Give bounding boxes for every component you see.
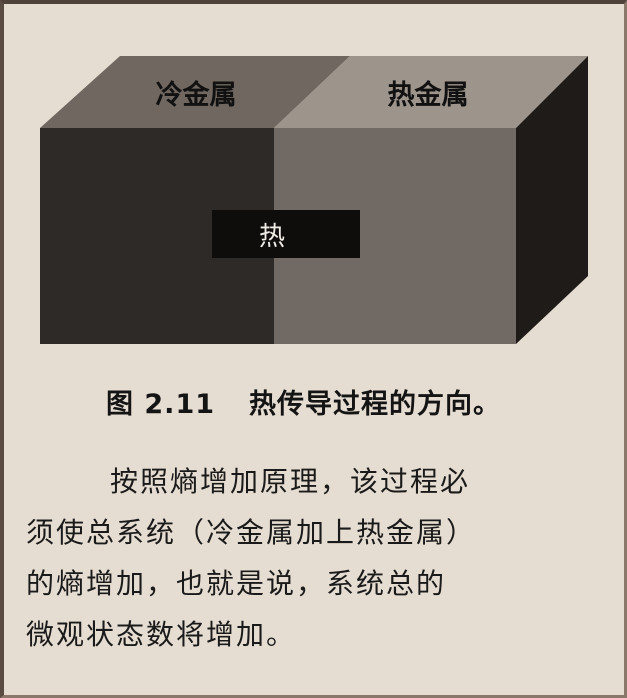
heat-flow-arrow (212, 210, 360, 258)
heat-conduction-figure: 冷金属 热金属 热 (4, 4, 627, 364)
paragraph-line: 微观状态数将增加。 (26, 618, 297, 651)
cold-metal-label: 冷金属 (156, 79, 237, 111)
metal-blocks-illustration: 冷金属 热金属 热 (40, 56, 588, 344)
paragraph-line: 按照熵增加原理，该过程必 (110, 465, 471, 498)
heat-label: 热 (259, 222, 285, 252)
body-paragraph: 按照熵增加原理，该过程必 须使总系统（冷金属加上热金属） 的熵增加，也就是说，系… (26, 456, 610, 660)
hot-metal-label: 热金属 (388, 79, 469, 111)
figure-caption: 图 2.11 热传导过程的方向。 (106, 382, 501, 421)
figure-caption-text: 热传导过程的方向。 (249, 389, 502, 420)
book-page: 冷金属 热金属 热 图 2.11 热传导过程的方向。 按照熵增加原理，该过程必 须… (0, 0, 627, 698)
paragraph-line: 的熵增加，也就是说，系统总的 (26, 567, 447, 600)
paragraph-line: 须使总系统（冷金属加上热金属） (26, 516, 477, 549)
figure-number: 图 2.11 (106, 389, 216, 420)
